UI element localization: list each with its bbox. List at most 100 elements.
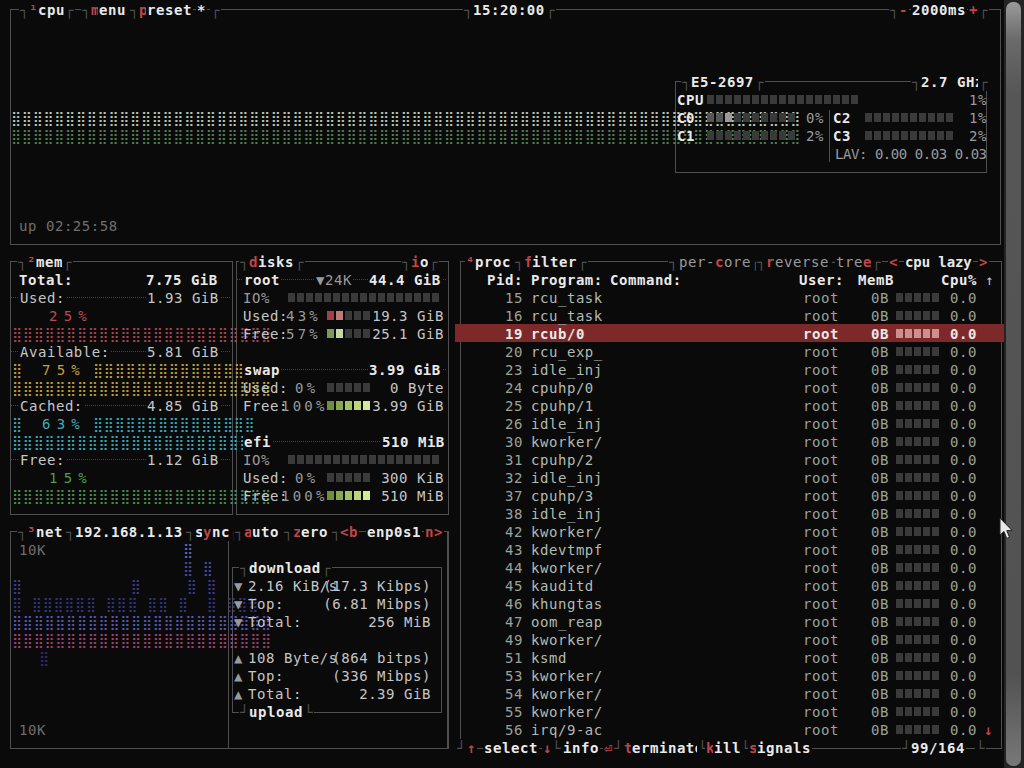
disk-usage-meter xyxy=(327,473,372,482)
process-program[interactable]: kworker/ xyxy=(531,523,603,541)
net-graph-row: ⣿ xyxy=(12,649,230,667)
process-program[interactable]: cpuhp/0 xyxy=(531,379,594,397)
process-program[interactable]: kworker/ xyxy=(531,631,603,649)
process-program[interactable]: irq/9-ac xyxy=(531,721,603,739)
process-program[interactable]: idle_inj xyxy=(531,505,603,523)
disk-usage-label: Used: xyxy=(243,379,288,397)
column-header-cpu[interactable]: Cpu% xyxy=(941,271,977,289)
preset-button[interactable]: reset xyxy=(146,1,193,19)
process-program[interactable]: rcu_task xyxy=(531,289,603,307)
mem-graph-row: ⣿⣿⣿⣿⣿⣿⣿⣿⣿⣿⣿⣿⣿⣿⣿⣿⣿⣿⣿⣿⣿⣿⣿⣿ xyxy=(12,325,272,343)
sort-next-button[interactable]: > xyxy=(978,253,989,271)
process-cpu-meter xyxy=(896,383,941,392)
process-mem: 0B xyxy=(871,433,889,451)
process-cpu-meter xyxy=(896,599,941,608)
process-cpu-meter xyxy=(896,437,941,446)
column-header-memb[interactable]: MemB xyxy=(858,271,894,289)
process-cpu-meter xyxy=(896,401,941,410)
process-program[interactable]: ksmd xyxy=(531,649,567,667)
corner-mark: ┌ xyxy=(978,73,989,91)
interface-next-button[interactable]: n> xyxy=(424,523,444,541)
process-program[interactable]: cpuhp/1 xyxy=(531,397,594,415)
process-program[interactable]: khungtas xyxy=(531,595,603,613)
process-program[interactable]: idle_inj xyxy=(531,361,603,379)
column-header-command[interactable]: Command: xyxy=(610,271,682,289)
load-average: LAV: 0.00 0.03 0.03 xyxy=(835,145,987,163)
process-cpu-meter xyxy=(896,617,941,626)
percore-toggle[interactable]: per- xyxy=(678,253,716,271)
process-mem: 0B xyxy=(871,397,889,415)
corner-mark: ┌ xyxy=(577,253,588,271)
interface-name: enp0s1 xyxy=(366,523,422,541)
process-cpu: 0.0 xyxy=(950,397,977,415)
process-program[interactable]: idle_inj xyxy=(531,415,603,433)
process-cpu-meter xyxy=(896,365,941,374)
core-pct: 2% xyxy=(969,127,987,145)
download-arrow-icon: ▼ xyxy=(234,613,243,631)
process-program[interactable]: cpuhp/3 xyxy=(531,487,594,505)
tree-toggle[interactable]: tre xyxy=(835,253,864,271)
process-mem: 0B xyxy=(871,685,889,703)
auto-toggle[interactable]: uto xyxy=(251,523,280,541)
corner-mark: └ xyxy=(303,703,314,721)
process-cpu-meter xyxy=(896,473,941,482)
terminate-button[interactable]: erminate xyxy=(631,739,705,757)
select-up-icon[interactable]: ↑ xyxy=(466,739,477,757)
process-program[interactable]: kworker/ xyxy=(531,703,603,721)
process-program[interactable]: kworker/ xyxy=(531,667,603,685)
process-program[interactable]: idle_inj xyxy=(531,469,603,487)
process-pid: 38 xyxy=(505,505,523,523)
process-program[interactable]: kauditd xyxy=(531,577,594,595)
process-program[interactable]: oom_reap xyxy=(531,613,603,631)
process-program[interactable]: cpuhp/2 xyxy=(531,451,594,469)
process-user: root xyxy=(803,289,839,307)
mem-box-title[interactable]: mem xyxy=(35,253,64,271)
process-program[interactable]: kworker/ xyxy=(531,685,603,703)
process-pid: 44 xyxy=(505,559,523,577)
process-user: root xyxy=(803,307,839,325)
rate-decrease-button[interactable]: - xyxy=(898,1,909,19)
download-stat-text: Total: xyxy=(248,613,302,631)
filter-button[interactable]: ilter xyxy=(531,253,578,271)
info-button[interactable]: info xyxy=(562,739,600,757)
cpu-total-pct: 1% xyxy=(969,91,987,109)
column-header-user[interactable]: User: xyxy=(799,271,844,289)
process-cpu: 0.0 xyxy=(950,487,977,505)
interface-prev-button[interactable]: <b xyxy=(339,523,359,541)
process-program[interactable]: kworker/ xyxy=(531,559,603,577)
process-cpu-meter xyxy=(896,491,941,500)
column-header-pid[interactable]: Pid: xyxy=(487,271,523,289)
process-program[interactable]: rcu_exp_ xyxy=(531,343,603,361)
sort-prev-button[interactable]: < xyxy=(888,253,899,271)
process-user: root xyxy=(803,721,839,739)
process-cpu: 0.0 xyxy=(950,577,977,595)
kill-button[interactable]: ill xyxy=(713,739,742,757)
process-cpu: 0.0 xyxy=(950,361,977,379)
menu-button[interactable]: enu xyxy=(98,1,127,19)
process-program[interactable]: rcu_task xyxy=(531,307,603,325)
disk-usage-meter xyxy=(327,491,372,500)
sync-toggle-rest[interactable]: nc xyxy=(211,523,231,541)
mem-stat-value: 4.85 GiB xyxy=(146,397,220,415)
reverse-toggle[interactable]: everse xyxy=(774,253,830,271)
process-user: root xyxy=(803,595,839,613)
window-scrollbar-thumb[interactable] xyxy=(1006,2,1021,766)
process-mem: 0B xyxy=(871,541,889,559)
process-cpu-meter xyxy=(896,707,941,716)
select-label[interactable]: select xyxy=(483,739,539,757)
process-program[interactable]: kworker/ xyxy=(531,433,603,451)
column-header-program[interactable]: Program: xyxy=(531,271,603,289)
signals-button[interactable]: ignals xyxy=(756,739,812,757)
corner-mark: ┌ xyxy=(321,559,332,577)
process-pid: 24 xyxy=(505,379,523,397)
process-pid: 23 xyxy=(505,361,523,379)
process-program[interactable]: kdevtmpf xyxy=(531,541,603,559)
cpu-total-label: CPU xyxy=(677,91,704,109)
process-program[interactable]: rcub/0 xyxy=(531,325,585,343)
mem-stat-pct: 25% xyxy=(49,307,93,325)
download-arrow-icon: ▼ xyxy=(234,577,243,595)
percore-toggle-rest[interactable]: ore xyxy=(723,253,752,271)
disk-usage-meter xyxy=(327,401,372,410)
zero-toggle[interactable]: ero xyxy=(300,523,329,541)
sort-direction-icon: ↑ xyxy=(985,271,994,289)
